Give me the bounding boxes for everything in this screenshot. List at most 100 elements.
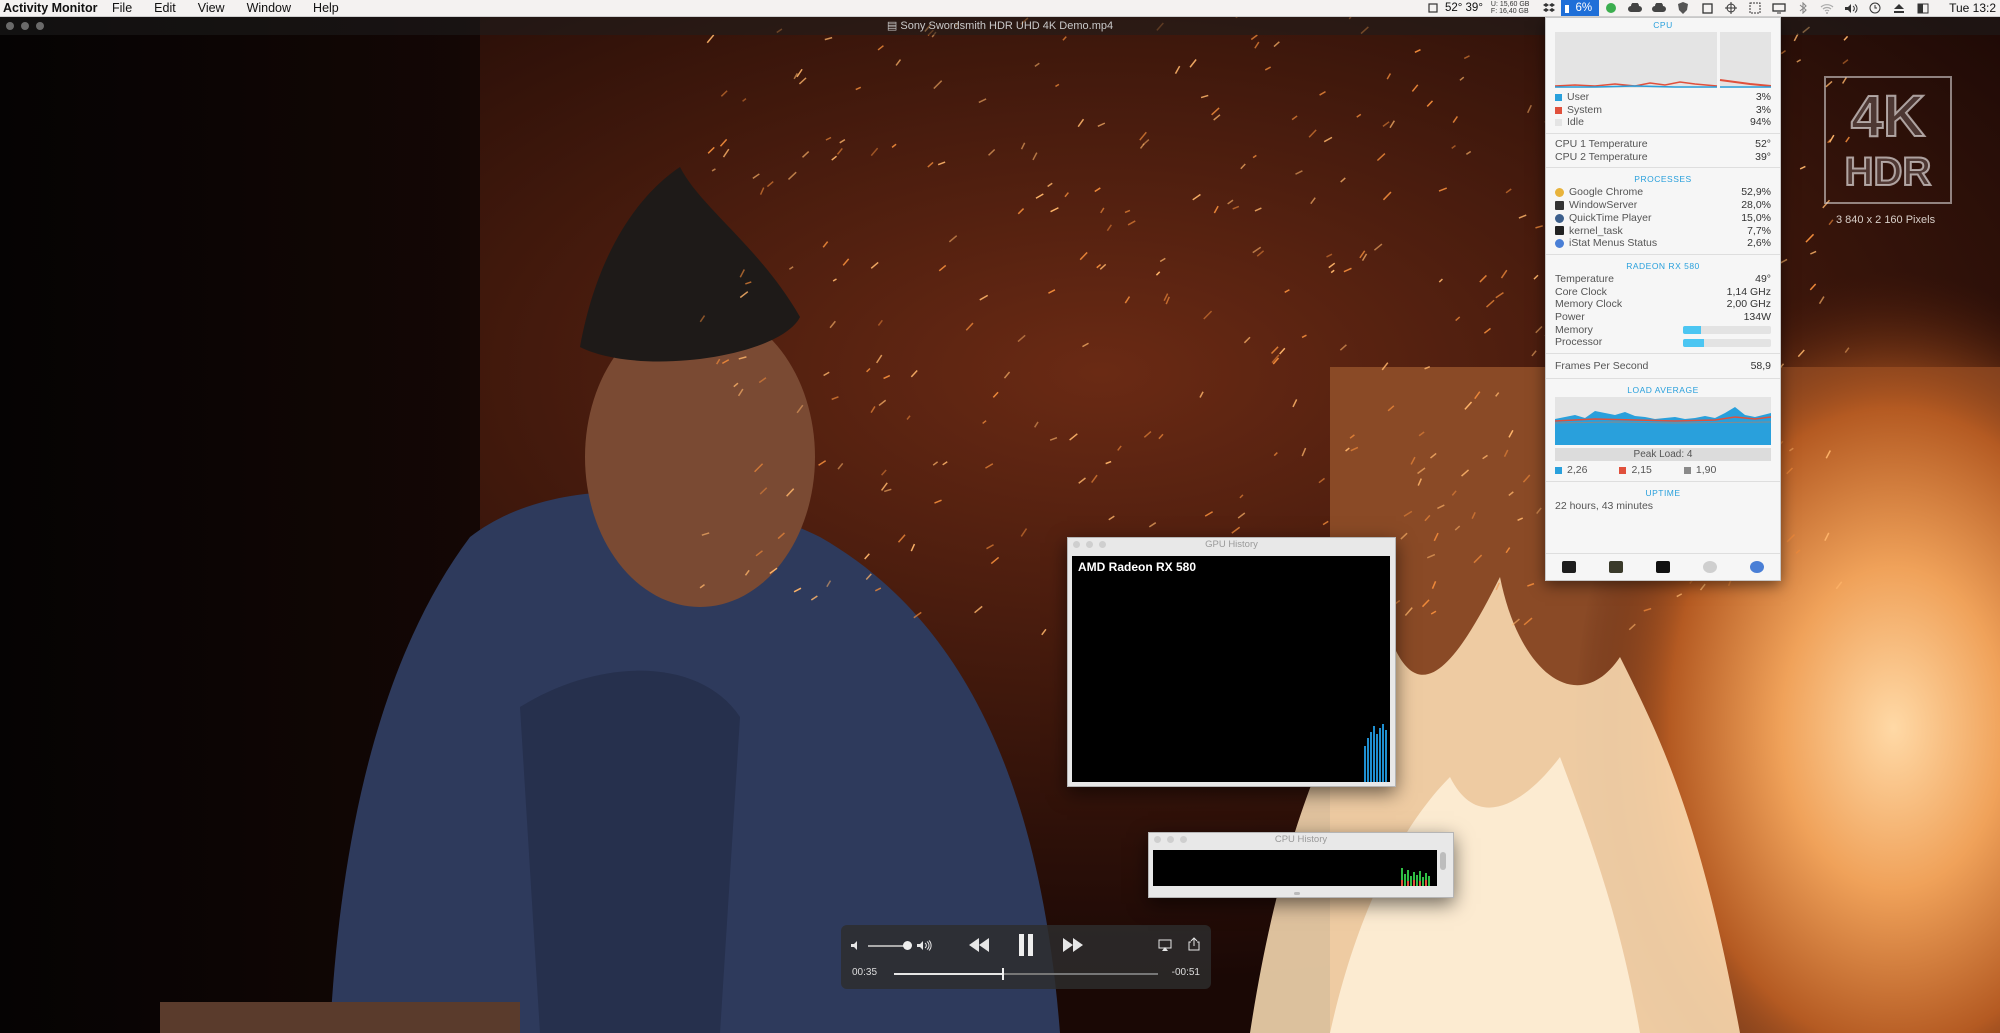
resize-handle[interactable]: [1294, 892, 1300, 895]
badge-hdr: HDR: [1844, 150, 1933, 194]
istat-panel: CPU User 3% System 3% Idle 94% CPU 1 Tem…: [1545, 17, 1781, 581]
share-icon[interactable]: [1186, 936, 1202, 952]
window-icon[interactable]: [1916, 2, 1930, 14]
load-values: 2,26 2,15 1,90: [1546, 461, 1780, 477]
volume-icon[interactable]: [1844, 2, 1858, 14]
dropbox-icon[interactable]: [1542, 2, 1556, 14]
app-menu[interactable]: Activity Monitor: [3, 0, 97, 16]
console-icon[interactable]: [1609, 561, 1624, 573]
gpu-memory-label: Memory: [1555, 323, 1593, 336]
cpu1-temp-row: CPU 1 Temperature 52°: [1546, 138, 1780, 151]
playhead[interactable]: [1002, 968, 1005, 980]
process-value: 28,0%: [1741, 199, 1771, 212]
sensor-icon[interactable]: [1426, 2, 1440, 14]
close-button[interactable]: [1073, 541, 1080, 548]
gpu-core-clock-label: Core Clock: [1555, 285, 1607, 298]
process-row[interactable]: Google Chrome 52,9%: [1546, 186, 1780, 199]
timeline-scrubber[interactable]: [894, 968, 1158, 980]
terminal-icon[interactable]: [1655, 561, 1670, 573]
gpu-processor-bar-fill: [1683, 338, 1705, 347]
cpu-history-scrollbar[interactable]: [1440, 852, 1446, 870]
pause-button[interactable]: [1015, 933, 1037, 957]
load-5min: 2,15: [1631, 464, 1652, 476]
minimize-button[interactable]: [21, 22, 29, 30]
gpu-history-title: GPU History: [1205, 539, 1258, 550]
cloud-icon[interactable]: [1652, 2, 1667, 14]
process-row[interactable]: kernel_task 7,7%: [1546, 225, 1780, 238]
cpu-graph: [1546, 32, 1780, 91]
menubar-cpu[interactable]: 6%: [1561, 0, 1600, 16]
menubar-temps[interactable]: 52° 39°: [1445, 0, 1483, 16]
volume-high-icon[interactable]: [915, 938, 933, 952]
fast-forward-button[interactable]: [1061, 936, 1085, 954]
remaining-time: -00:51: [1171, 967, 1200, 978]
close-button[interactable]: [6, 22, 14, 30]
istat-icon[interactable]: [1749, 561, 1764, 573]
menu-edit[interactable]: Edit: [154, 0, 176, 16]
minimize-button[interactable]: [1086, 541, 1093, 548]
menu-view[interactable]: View: [198, 0, 225, 16]
volume-low-icon[interactable]: [849, 938, 863, 952]
menubar-clock[interactable]: Tue 13:2: [1949, 0, 1996, 16]
screenshot-icon[interactable]: [1748, 2, 1762, 14]
zoom-button[interactable]: [36, 22, 44, 30]
cpu-user-value: 3%: [1755, 91, 1771, 103]
process-name: iStat Menus Status: [1569, 237, 1658, 250]
menubar-disk[interactable]: U: 15,60 GB F: 16,40 GB: [1491, 1, 1530, 15]
system-swatch: [1555, 106, 1562, 114]
activity-monitor-icon[interactable]: [1562, 561, 1577, 573]
display-icon[interactable]: [1772, 2, 1786, 14]
load-15min: 1,90: [1695, 464, 1717, 476]
gpu-processor-bar: [1683, 338, 1771, 347]
cpu-history-window[interactable]: CPU History: [1148, 832, 1454, 898]
chrome-icon: [1555, 188, 1564, 198]
fps-value: 58,9: [1750, 360, 1771, 372]
menu-window[interactable]: Window: [247, 0, 291, 16]
eject-icon[interactable]: [1892, 2, 1906, 14]
bluetooth-icon[interactable]: [1796, 2, 1810, 14]
gpu-history-titlebar[interactable]: GPU History: [1068, 538, 1395, 552]
airplay-icon[interactable]: [1157, 937, 1173, 953]
cpu-usage-bars: [1401, 868, 1430, 886]
cpu-history-graph: [1153, 850, 1437, 886]
leaf-icon[interactable]: [1604, 2, 1618, 14]
process-row[interactable]: QuickTime Player 15,0%: [1546, 212, 1780, 225]
process-row[interactable]: iStat Menus Status 2,6%: [1546, 237, 1780, 250]
gpu-memory-clock-value: 2,00 GHz: [1726, 298, 1771, 311]
zoom-button[interactable]: [1180, 836, 1187, 843]
gpu-history-window[interactable]: GPU History AMD Radeon RX 580: [1067, 537, 1396, 787]
process-row[interactable]: WindowServer 28,0%: [1546, 199, 1780, 212]
cpu-system-label: System: [1567, 103, 1603, 116]
rewind-button[interactable]: [967, 936, 991, 954]
gpu-temp-label: Temperature: [1555, 272, 1614, 285]
cloud-upload-icon[interactable]: [1628, 2, 1643, 14]
gpu-memory-clock-label: Memory Clock: [1555, 298, 1623, 311]
wifi-icon[interactable]: [1820, 2, 1834, 14]
quicktime-icon: [1555, 213, 1564, 223]
terminal-icon: [1555, 226, 1564, 236]
badge-resolution: 3 840 x 2 160 Pixels: [1836, 214, 1936, 226]
gear-icon[interactable]: [1702, 561, 1717, 573]
menu-file[interactable]: File: [112, 0, 132, 16]
gpu-temp-row: Temperature 49°: [1546, 273, 1780, 286]
time-machine-icon[interactable]: [1868, 2, 1882, 14]
close-button[interactable]: [1154, 836, 1161, 843]
process-name: Google Chrome: [1569, 186, 1644, 199]
gpu-power-label: Power: [1555, 310, 1585, 323]
uptime-value: 22 hours, 43 minutes: [1555, 500, 1654, 512]
playback-controls: 00:35 -00:51: [841, 925, 1211, 989]
disk-free: F: 16,40 GB: [1490, 8, 1529, 15]
video-title: Sony Swordsmith HDR UHD 4K Demo.mp4: [900, 20, 1114, 32]
uptime-title: UPTIME: [1645, 488, 1681, 498]
volume-slider[interactable]: [868, 945, 908, 947]
menu-help[interactable]: Help: [313, 0, 339, 16]
shield-icon[interactable]: [1676, 2, 1690, 14]
cpu-history-titlebar[interactable]: CPU History: [1149, 833, 1453, 847]
square-icon[interactable]: [1700, 2, 1714, 14]
volume-knob[interactable]: [903, 941, 912, 950]
minimize-button[interactable]: [1167, 836, 1174, 843]
zoom-button[interactable]: [1099, 541, 1106, 548]
cpu2-temp-label: CPU 2 Temperature: [1555, 150, 1648, 163]
idle-swatch: [1555, 119, 1562, 127]
crosshair-icon[interactable]: [1724, 2, 1738, 14]
